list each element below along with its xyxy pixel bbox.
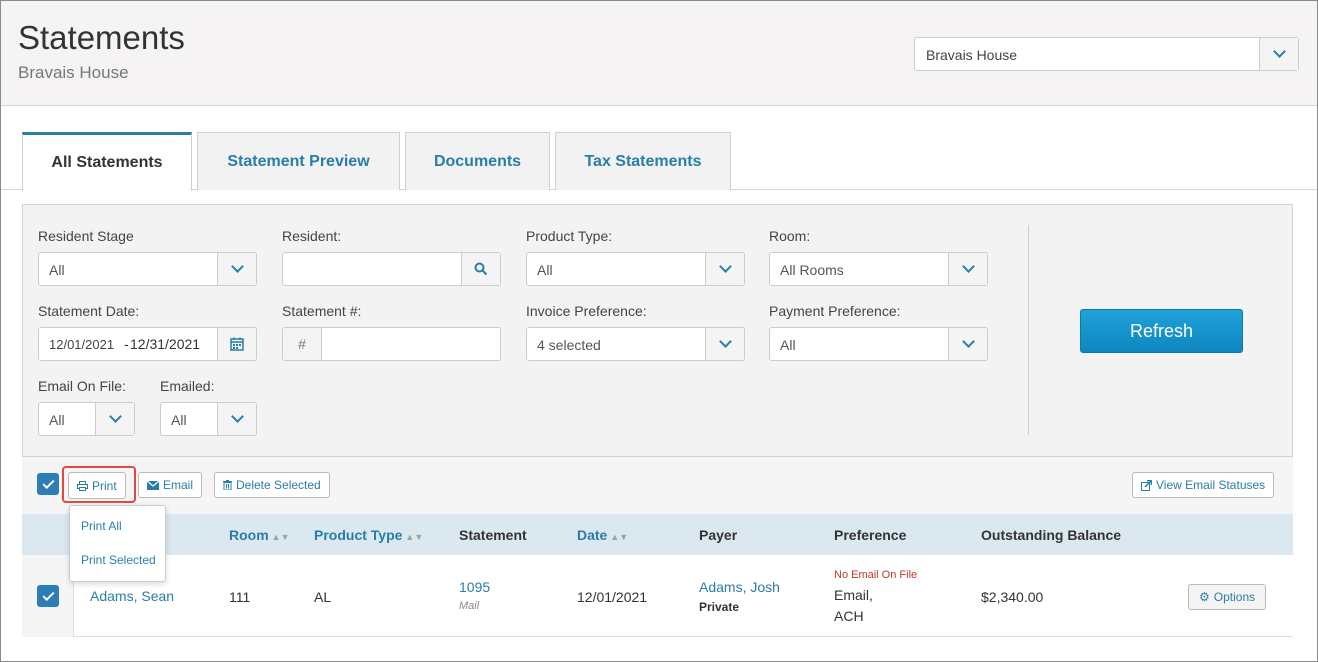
filter-panel: Resident Stage All Resident: Product Typ…: [22, 204, 1293, 457]
search-icon[interactable]: [461, 253, 500, 285]
delete-selected-button[interactable]: Delete Selected: [214, 472, 330, 498]
email-on-file-select[interactable]: All: [38, 402, 135, 436]
room-cell: 111: [229, 589, 251, 605]
sort-icon: ▲▼: [610, 532, 629, 542]
room-label: Room:: [769, 228, 811, 244]
email-on-file-label: Email On File:: [38, 378, 126, 394]
select-all-checkbox[interactable]: [37, 473, 59, 495]
delete-selected-label: Delete Selected: [236, 478, 321, 492]
bulk-actions-toolbar: Print Email Delete Selected View Email S…: [22, 457, 1293, 514]
print-button-highlight: [62, 466, 136, 503]
chevron-down-icon: [1259, 38, 1298, 70]
email-button[interactable]: Email: [138, 472, 203, 498]
table-header: Room ▲▼ Product Type ▲▼ Statement Date ▲▼ P…: [22, 514, 1293, 555]
calendar-icon[interactable]: [217, 328, 256, 360]
invoice-preference-select[interactable]: 4 selected: [526, 327, 745, 361]
balance-cell: $2,340.00: [981, 589, 1044, 605]
chevron-down-icon: [705, 253, 744, 285]
product-type-select[interactable]: All: [526, 252, 745, 286]
payment-preference-select[interactable]: All: [769, 327, 988, 361]
date-separator: -: [124, 336, 129, 352]
chevron-down-icon: [948, 328, 987, 360]
page-subtitle: Bravais House: [18, 63, 129, 82]
row-checkbox[interactable]: [37, 585, 59, 607]
options-label: Options: [1213, 590, 1256, 604]
invoice-preference-value: 4 selected: [537, 337, 601, 353]
external-link-icon: [1141, 479, 1152, 491]
row-checkbox-cell: [22, 555, 74, 637]
chevron-down-icon: [705, 328, 744, 360]
statement-date-label: Statement Date:: [38, 303, 140, 319]
payment-preference-value: All: [780, 337, 796, 353]
view-email-statuses-label: View Email Statuses: [1156, 478, 1266, 492]
chevron-down-icon: [948, 253, 987, 285]
column-header-outstanding-balance: Outstanding Balance: [981, 527, 1122, 543]
community-select-value: Bravais House: [926, 47, 1018, 63]
payer-link[interactable]: Adams, Josh: [699, 579, 780, 595]
page-header: Statements Bravais House Bravais House: [1, 1, 1317, 106]
statement-number-label: Statement #:: [282, 303, 362, 319]
tab-all-statements[interactable]: All Statements: [22, 132, 192, 191]
resident-stage-select[interactable]: All: [38, 252, 257, 286]
tab-statement-preview[interactable]: Statement Preview: [197, 132, 400, 190]
product-type-value: All: [537, 262, 553, 278]
envelope-icon: [147, 480, 159, 490]
resident-stage-label: Resident Stage: [38, 228, 134, 244]
statement-method: Mail: [459, 600, 480, 612]
date-to: 12/31/2021: [130, 336, 201, 352]
room-select[interactable]: All Rooms: [769, 252, 988, 286]
gear-icon: ⚙: [1199, 590, 1210, 604]
emailed-label: Emailed:: [160, 378, 215, 394]
tab-documents[interactable]: Documents: [405, 132, 550, 190]
column-header-product-type[interactable]: Product Type ▲▼: [314, 527, 423, 543]
community-select[interactable]: Bravais House: [914, 37, 1299, 71]
resident-stage-value: All: [49, 262, 65, 278]
filter-divider: [1028, 225, 1029, 435]
chevron-down-icon: [95, 403, 134, 435]
options-button[interactable]: ⚙ Options: [1188, 584, 1267, 610]
statement-number-input[interactable]: #: [282, 327, 501, 361]
email-on-file-value: All: [49, 412, 65, 428]
date-from: 12/01/2021: [49, 337, 115, 352]
menu-item-print-all[interactable]: Print All: [81, 519, 122, 533]
column-header-date[interactable]: Date ▲▼: [577, 527, 628, 543]
resident-search-input[interactable]: [282, 252, 501, 286]
page-title: Statements: [18, 19, 185, 56]
tab-tax-statements[interactable]: Tax Statements: [555, 132, 731, 190]
preference-warning: No Email On File: [834, 569, 918, 581]
column-header-statement: Statement: [459, 527, 527, 543]
sort-icon: ▲▼: [271, 532, 290, 542]
sort-icon: ▲▼: [405, 532, 424, 542]
print-dropdown-menu: Print All Print Selected: [69, 505, 166, 582]
product-type-label: Product Type:: [526, 228, 613, 244]
column-header-room[interactable]: Room ▲▼: [229, 527, 290, 543]
payer-type: Private: [699, 600, 740, 614]
resident-name-link[interactable]: Adams, Sean: [90, 588, 174, 604]
room-value: All Rooms: [780, 262, 844, 278]
column-header-preference: Preference: [834, 527, 907, 543]
date-cell: 12/01/2021: [577, 589, 648, 605]
chevron-down-icon: [217, 253, 256, 285]
statement-link[interactable]: 1095: [459, 579, 490, 595]
column-header-payer: Payer: [699, 527, 738, 543]
table-row: Adams, Sean 111 AL 1095 Mail 12/01/2021 …: [22, 555, 1293, 637]
menu-item-print-selected[interactable]: Print Selected: [81, 553, 156, 567]
view-email-statuses-button[interactable]: View Email Statuses: [1132, 472, 1275, 498]
chevron-down-icon: [217, 403, 256, 435]
statement-date-range[interactable]: 12/01/2021 - 12/31/2021: [38, 327, 257, 361]
payment-preference-label: Payment Preference:: [769, 303, 901, 319]
emailed-value: All: [171, 412, 187, 428]
product-type-cell: AL: [314, 589, 332, 605]
resident-label: Resident:: [282, 228, 342, 244]
invoice-preference-label: Invoice Preference:: [526, 303, 647, 319]
email-label: Email: [163, 478, 194, 492]
preference-line-2: ACH: [834, 608, 864, 624]
hash-prefix: #: [283, 328, 322, 360]
refresh-button[interactable]: Refresh: [1080, 309, 1243, 353]
emailed-select[interactable]: All: [160, 402, 257, 436]
preference-line-1: Email,: [834, 587, 873, 603]
trash-icon: [223, 480, 232, 490]
